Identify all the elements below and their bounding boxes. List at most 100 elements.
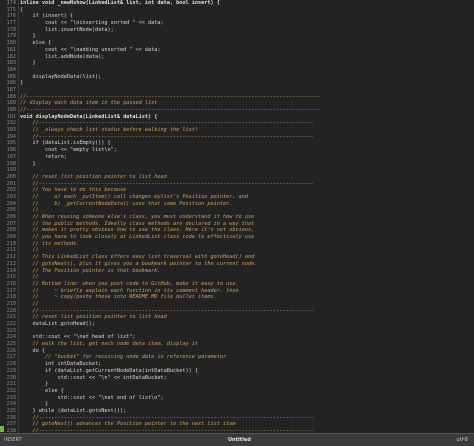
line-text[interactable]: //--------------------------------------… xyxy=(20,415,313,422)
code-line[interactable]: 199 xyxy=(0,167,474,174)
line-text[interactable]: else { xyxy=(20,40,51,47)
line-text[interactable]: void displayNodeData(LinkedList& dataLis… xyxy=(20,114,157,121)
code-line[interactable]: 226 do { xyxy=(0,348,474,355)
line-text[interactable]: } xyxy=(20,80,23,87)
line-text[interactable]: // xyxy=(20,207,38,214)
code-line[interactable]: 203 // a) each _putItem() call changes m… xyxy=(0,194,474,201)
code-line[interactable]: 233 std::cout << "\nat end of list\n"; xyxy=(0,395,474,402)
code-line[interactable]: 209 // you have to look closely at Linke… xyxy=(0,234,474,241)
code-line[interactable]: 200 // reset list position pointer to li… xyxy=(0,174,474,181)
line-text[interactable]: } while (dataList.gotoNext()); xyxy=(20,408,126,415)
line-text[interactable]: list.addNode(data); xyxy=(20,54,104,61)
line-text[interactable]: //--------------------------------------… xyxy=(20,134,313,141)
line-text[interactable]: cout << "empty list\n"; xyxy=(20,147,117,154)
line-text[interactable]: //--------------------------------------… xyxy=(20,107,320,114)
line-text[interactable]: std::cout << "\n" << intDataBucket; xyxy=(20,375,166,382)
code-line[interactable]: 224 std::cout << "\nat head of list"; xyxy=(0,334,474,341)
code-line[interactable]: 192 //----------------------------------… xyxy=(0,120,474,127)
code-lines[interactable]: 174 inline void _newNshow(LinkedList& lis… xyxy=(0,0,474,433)
code-line[interactable]: 227 // "bucket" for receiving node data … xyxy=(0,354,474,361)
line-text[interactable]: list.insertNode(data); xyxy=(20,27,114,34)
code-line[interactable]: 184 xyxy=(0,67,474,74)
code-line[interactable]: 217 // ~ briefly explain each function i… xyxy=(0,288,474,295)
code-line[interactable]: 183 } xyxy=(0,60,474,67)
line-text[interactable]: // gotoNext(), plus it gives you a bookm… xyxy=(20,261,257,268)
line-text[interactable]: // reset list position pointer to list h… xyxy=(20,174,166,181)
line-text[interactable]: // reset list position pointer to list h… xyxy=(20,314,166,321)
line-text[interactable]: // you have to look closely at LinkedLis… xyxy=(20,234,254,241)
line-text[interactable]: if (dataList.getCurrentNodeData(intDataB… xyxy=(20,368,198,375)
code-line[interactable]: 194 //----------------------------------… xyxy=(0,134,474,141)
line-text[interactable]: //--------------------------------------… xyxy=(20,308,313,315)
line-text[interactable]: do { xyxy=(20,348,45,355)
code-line[interactable]: 208 // makes it pretty obvious how to us… xyxy=(0,227,474,234)
code-line[interactable]: 175 { xyxy=(0,7,474,14)
code-line[interactable]: 207 // the public methods. Ideally class… xyxy=(0,221,474,228)
code-line[interactable]: 191 void displayNodeData(LinkedList& data… xyxy=(0,114,474,121)
line-text[interactable]: // ~ copy/paste those into README.MD fil… xyxy=(20,294,216,301)
code-editor[interactable]: 174 inline void _newNshow(LinkedList& lis… xyxy=(0,0,474,433)
language-label[interactable]: Untitled xyxy=(228,437,251,443)
code-line[interactable]: 177 cout << "\ninserting sorted " << dat… xyxy=(0,20,474,27)
line-text[interactable]: else { xyxy=(20,388,64,395)
code-line[interactable]: 211 // xyxy=(0,247,474,254)
line-text[interactable]: cout << "\ninserting sorted " << data; xyxy=(20,20,164,27)
line-text[interactable]: { xyxy=(20,7,23,14)
line-text[interactable]: // You have to do this because xyxy=(20,187,126,194)
line-text[interactable]: // xyxy=(20,301,38,308)
line-text[interactable]: // its methods. xyxy=(20,241,79,248)
code-line[interactable]: 186} xyxy=(0,80,474,87)
code-line[interactable]: 174 inline void _newNshow(LinkedList& lis… xyxy=(0,0,474,7)
code-line[interactable]: 219 // xyxy=(0,301,474,308)
line-text[interactable]: } xyxy=(20,401,48,408)
line-text[interactable]: // makes it pretty obvious how to use th… xyxy=(20,227,254,234)
code-line[interactable]: 225 // walk the list, get each node data… xyxy=(0,341,474,348)
code-line[interactable]: 187 xyxy=(0,87,474,94)
code-line[interactable]: 232 else { xyxy=(0,388,474,395)
code-line[interactable]: 223 xyxy=(0,328,474,335)
code-line[interactable]: 213 // gotoNext(), plus it gives you a b… xyxy=(0,261,474,268)
code-line[interactable]: 220 //----------------------------------… xyxy=(0,308,474,315)
code-line[interactable]: 176 if (insert) { xyxy=(0,13,474,20)
line-text[interactable]: // ~ briefly explain each function in it… xyxy=(20,288,238,295)
code-line[interactable]: 235 } while (dataList.gotoNext()); xyxy=(0,408,474,415)
line-text[interactable]: //--------------------------------------… xyxy=(20,94,320,101)
code-line[interactable]: 205 // xyxy=(0,207,474,214)
code-line[interactable]: 218 // ~ copy/paste those into README.MD… xyxy=(0,294,474,301)
encoding-label[interactable]: utf-8 xyxy=(456,437,468,443)
line-text[interactable]: } xyxy=(20,33,35,40)
code-line[interactable]: 206 // When reusing someone else's class… xyxy=(0,214,474,221)
code-line[interactable]: 188 //-----------------------------------… xyxy=(0,94,474,101)
code-line[interactable]: 179 } xyxy=(0,33,474,40)
line-text[interactable]: std::cout << "\nat end of list\n"; xyxy=(20,395,163,402)
code-line[interactable]: 181 cout << "\nadding unsorted " << data… xyxy=(0,47,474,54)
line-text[interactable]: // xyxy=(20,274,38,281)
code-line[interactable]: 195 if (dataList.isEmpty()) { xyxy=(0,140,474,147)
line-text[interactable]: return; xyxy=(20,154,67,161)
code-line[interactable]: 196 cout << "empty list\n"; xyxy=(0,147,474,154)
line-text[interactable]: //--------------------------------------… xyxy=(20,181,313,188)
code-line[interactable]: 229 if (dataList.getCurrentNodeData(intD… xyxy=(0,368,474,375)
code-line[interactable]: 182 list.addNode(data); xyxy=(0,54,474,61)
code-line[interactable]: 204 // b) _getCurrentNodeData() uses tha… xyxy=(0,201,474,208)
line-text[interactable]: // the public methods. Ideally class met… xyxy=(20,221,254,228)
code-line[interactable]: 221 // reset list position pointer to li… xyxy=(0,314,474,321)
line-text[interactable]: int intDataBucket; xyxy=(20,361,101,368)
line-text[interactable]: // Bottom line: when you post code to Gi… xyxy=(20,281,238,288)
code-line[interactable]: 210 // its methods. xyxy=(0,241,474,248)
code-line[interactable]: 215 // xyxy=(0,274,474,281)
code-line[interactable]: 202 // You have to do this because xyxy=(0,187,474,194)
code-line[interactable]: 197 return; xyxy=(0,154,474,161)
code-line[interactable]: 216 // Bottom line: when you post code t… xyxy=(0,281,474,288)
line-text[interactable]: //--------------------------------------… xyxy=(20,120,313,127)
line-text[interactable]: // b) _getCurrentNodeData() uses that sa… xyxy=(20,201,232,208)
line-text[interactable]: // walk the list, get each node data ite… xyxy=(20,341,198,348)
line-text[interactable]: dataList.gotoHead(); xyxy=(20,321,94,328)
code-line[interactable]: 201 //----------------------------------… xyxy=(0,181,474,188)
code-line[interactable]: 237 // gotoNext() advances the Position … xyxy=(0,421,474,428)
line-text[interactable]: } xyxy=(20,60,35,67)
line-text[interactable]: inline void _newNshow(LinkedList& list, … xyxy=(20,0,220,7)
line-text[interactable]: cout << "\nadding unsorted " << data; xyxy=(20,47,161,54)
line-text[interactable]: // This LinkedList class offers easy lis… xyxy=(20,254,254,261)
code-line[interactable]: 212 // This LinkedList class offers easy… xyxy=(0,254,474,261)
